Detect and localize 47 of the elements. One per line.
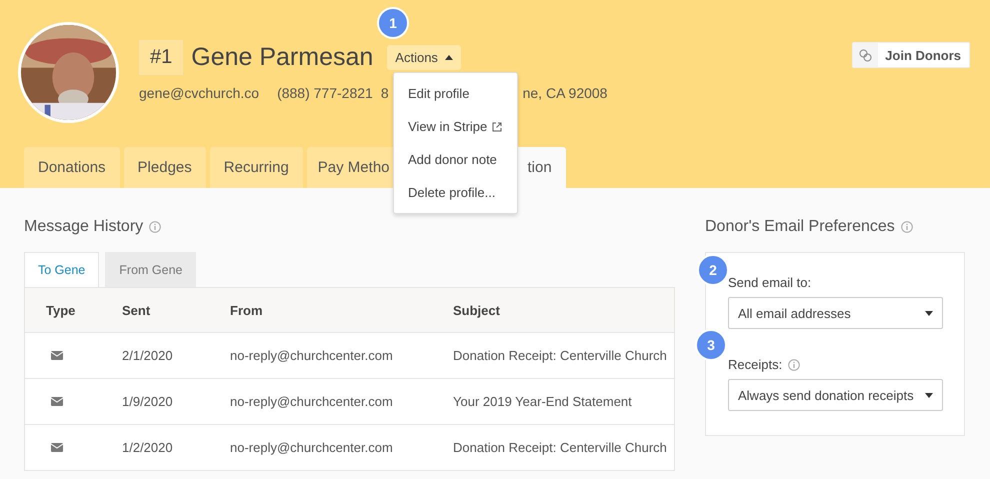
column-header: Type [45,302,76,318]
caret-icon [444,55,453,60]
column-header: Subject [453,302,501,318]
menu-item[interactable]: Edit profile [394,77,517,110]
address: ne, CA 92008 [522,85,608,101]
profile-tab[interactable]: Donations [24,147,120,188]
table-cell-text: 1/2/2020 [122,440,174,455]
table-cell-text: no-reply@churchcenter.com [230,394,394,409]
table-cell-text: Donation Receipt: Centerville Church [453,440,668,455]
menu-item[interactable]: View in Stripe [394,110,517,143]
envelope-icon [51,396,63,406]
table-cell-text: no-reply@churchcenter.com [230,348,394,363]
info-icon[interactable] [788,358,800,370]
column-header: From [230,302,264,318]
message-tab[interactable]: From Gene [105,252,196,287]
email-address: gene@cvchurch.co [139,85,260,101]
table-cell-text: 2/1/2020 [122,348,174,363]
donor-name: Gene Parmesan [191,43,374,72]
select-field[interactable]: Always send donation receipts [728,379,943,411]
step-badge: 2 [697,254,729,286]
table-cell-text: 1/9/2020 [122,394,174,409]
join-donors-button[interactable]: Join Donors [852,42,970,68]
actions-button[interactable]: Actions [387,45,461,70]
caret-icon [925,392,933,398]
profile-tab[interactable]: Recurring [210,147,303,188]
step-badge: 3 [695,329,727,361]
info-icon[interactable] [149,221,162,233]
info-icon[interactable] [900,221,913,233]
caret-icon [925,310,933,316]
envelope-icon [51,442,63,452]
select-field[interactable]: All email addresses [728,297,943,329]
table-cell-text: Donation Receipt: Centerville Church [453,348,668,363]
message-tab[interactable]: To Gene [24,252,100,287]
envelope-icon [51,350,63,360]
profile-tab[interactable]: Pledges [124,147,206,188]
address: 8 [380,85,389,101]
section-title: Message History [24,218,144,236]
section-title: Donor's Email Preferences [705,218,895,236]
external-link-icon [492,122,502,132]
phone-number: (888) 777-2821 [277,85,373,101]
field-label: Receipts: [728,357,782,372]
field-label: Send email to: [728,275,812,290]
column-header: Sent [122,302,152,318]
donor-number: #1 [139,40,184,75]
table-cell-text: Your 2019 Year-End Statement [453,394,633,409]
link-icon [859,48,872,62]
table-cell-text: no-reply@churchcenter.com [230,440,394,455]
